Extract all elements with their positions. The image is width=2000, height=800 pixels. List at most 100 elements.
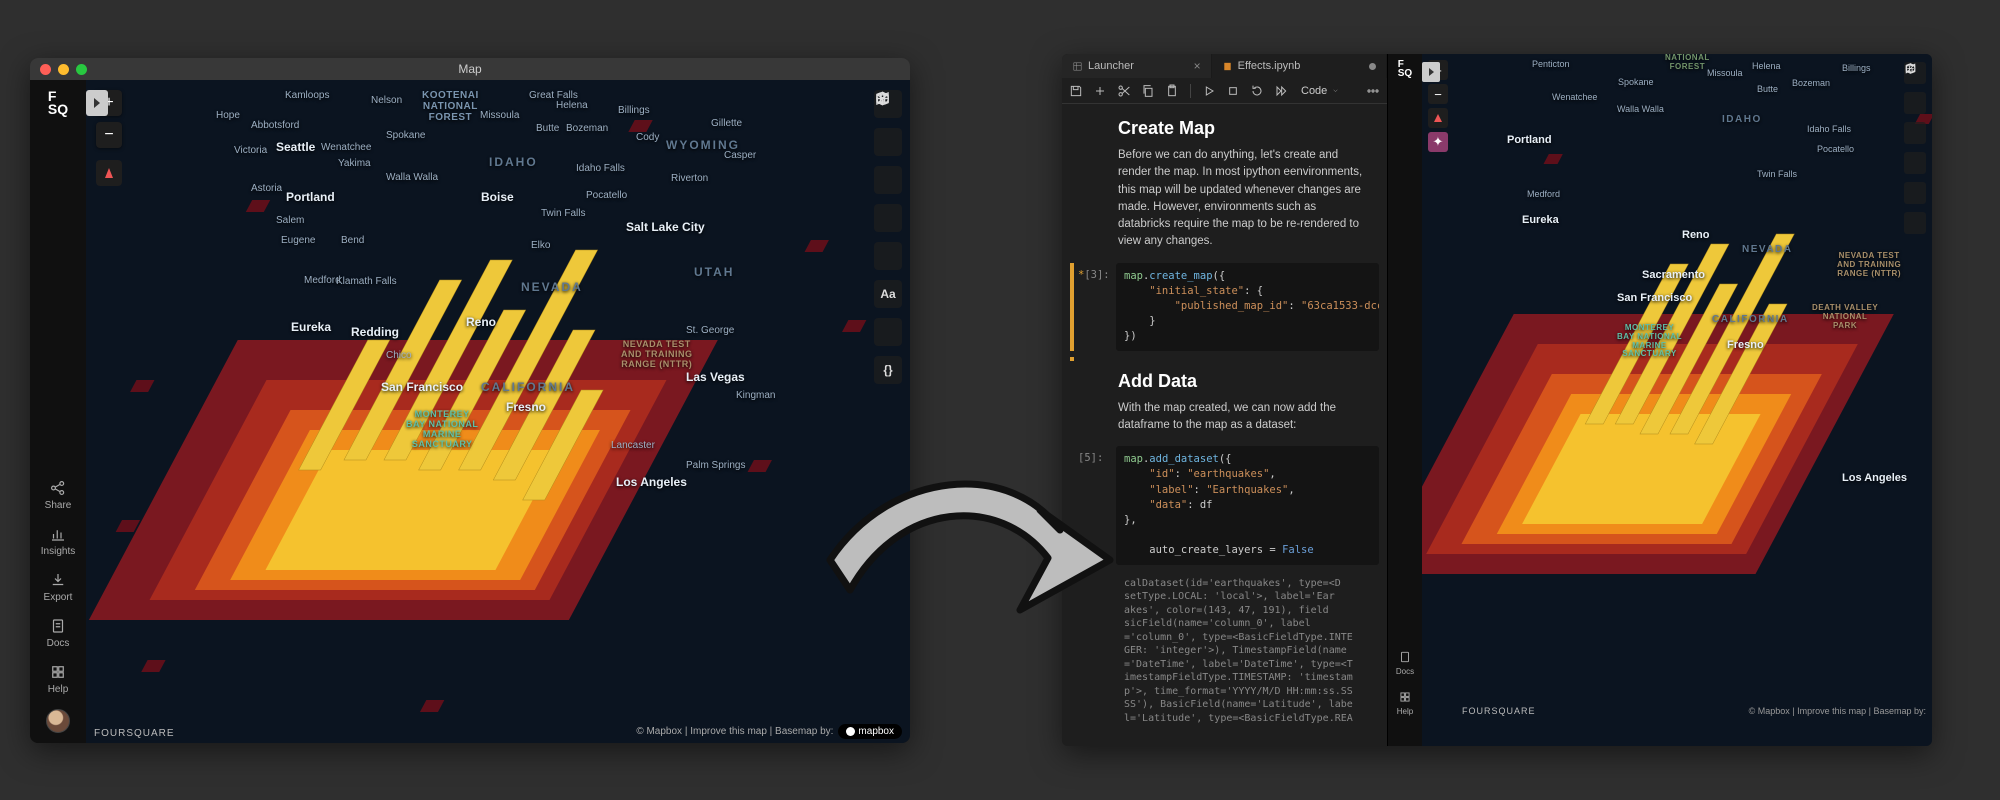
city-nelson: Nelson <box>371 95 402 106</box>
city-billings: Billings <box>618 105 650 116</box>
help-button[interactable]: Help <box>48 663 69 695</box>
city-boise: Boise <box>481 190 514 204</box>
city-bozeman: Bozeman <box>566 123 608 134</box>
m-california: CALIFORNIA <box>1712 314 1789 325</box>
mini-panel-toggle[interactable] <box>1422 62 1440 82</box>
text-button[interactable]: Aa <box>874 280 902 308</box>
mini-compass[interactable] <box>1428 108 1448 128</box>
mini-left-rail: FSQ Docs Help <box>1388 54 1422 746</box>
add-cell-button[interactable] <box>1092 83 1108 99</box>
help-icon <box>1398 690 1412 704</box>
embedded-map-pane: FSQ Docs Help <box>1388 54 1932 746</box>
city-bend: Bend <box>341 235 364 246</box>
m-fresno: Fresno <box>1727 339 1764 351</box>
copy-button[interactable] <box>1140 83 1156 99</box>
mini-3d[interactable] <box>1904 92 1926 114</box>
restart-button[interactable] <box>1249 83 1265 99</box>
docs-icon <box>1398 650 1412 664</box>
share-button[interactable]: Share <box>45 479 72 511</box>
city-kfalls: Klamath Falls <box>336 276 397 287</box>
m-nevada: NEVADA <box>1742 244 1792 255</box>
state-nevada: NEVADA <box>521 280 583 294</box>
save-button[interactable] <box>1068 83 1084 99</box>
insights-button[interactable]: Insights <box>41 525 75 557</box>
json-button[interactable]: {} <box>874 356 902 384</box>
cut-button[interactable] <box>1116 83 1132 99</box>
geocode-button[interactable] <box>874 166 902 194</box>
state-california: CALIFORNIA <box>481 380 575 394</box>
mini-map-tools <box>1904 62 1926 234</box>
more-button[interactable] <box>1365 83 1381 99</box>
m-billings: Billings <box>1842 63 1871 73</box>
m-natforest: NATIONAL FOREST <box>1665 54 1710 72</box>
chevron-down-icon <box>1331 86 1340 95</box>
compass-icon <box>105 168 113 178</box>
city-spokane: Spokane <box>386 130 425 141</box>
cell-type-select[interactable]: Code <box>1301 85 1340 97</box>
mini-attribution: © Mapbox | Improve this map | Basemap by… <box>1749 706 1926 716</box>
export-button[interactable]: Export <box>44 571 73 603</box>
notebook-file-icon <box>1222 61 1233 72</box>
docs-button[interactable]: Docs <box>47 617 70 649</box>
mini-measure[interactable] <box>1904 212 1926 234</box>
mini-list[interactable] <box>1904 152 1926 174</box>
state-wyoming: WYOMING <box>666 138 740 152</box>
region-kootenai: KOOTENAI NATIONAL FOREST <box>422 90 479 123</box>
map-canvas[interactable]: + − Aa {} Seattle Portland Boise Salt La… <box>86 80 910 743</box>
jupyter-window: Launcher × Effects.ipynb Code <box>1062 54 1932 746</box>
map-attribution: © Mapbox | Improve this map | Basemap by… <box>636 724 902 739</box>
markdown-add-data: Add Data With the map created, we can no… <box>1062 365 1387 441</box>
m-pocatello: Pocatello <box>1817 144 1854 154</box>
cell-selection-bar <box>1070 357 1074 361</box>
region-monterey: MONTEREY BAY NATIONAL MARINE SANCTUARY <box>406 410 478 450</box>
unsaved-dot-icon <box>1369 63 1376 70</box>
paste-button[interactable] <box>1164 83 1180 99</box>
paragraph-create-map: Before we can do anything, let's create … <box>1118 147 1363 251</box>
mini-zoom-out[interactable]: − <box>1428 84 1448 104</box>
city-missoula: Missoula <box>480 110 519 121</box>
notebook-toolbar: Code <box>1062 78 1387 104</box>
mapbox-logo[interactable]: mapbox <box>838 724 902 739</box>
share-icon <box>49 479 67 497</box>
city-stgeorge: St. George <box>686 325 734 336</box>
panel-toggle-button[interactable] <box>86 90 108 116</box>
tab-effects[interactable]: Effects.ipynb <box>1212 54 1387 78</box>
run-all-button[interactable] <box>1273 83 1289 99</box>
3d-button[interactable] <box>874 128 902 156</box>
m-la: Los Angeles <box>1842 472 1907 484</box>
map-window: Map F SQ Share Insights <box>30 58 910 743</box>
cell-modified-bar <box>1070 263 1074 351</box>
zoom-out-button[interactable]: − <box>96 122 122 148</box>
tab-launcher[interactable]: Launcher × <box>1062 54 1212 78</box>
mini-map-canvas[interactable]: + − ✦ Penticton Spokane Walla Walla Wena… <box>1422 54 1932 746</box>
user-avatar[interactable] <box>46 709 70 733</box>
city-chico: Chico <box>386 350 412 361</box>
close-tab-icon[interactable]: × <box>1194 59 1201 73</box>
code-3[interactable]: map.create_map({ "initial_state": { "pub… <box>1116 263 1379 351</box>
ruler-icon <box>874 90 891 107</box>
mini-geocode[interactable] <box>1904 122 1926 144</box>
m-deathvalley: DEATH VALLEY NATIONAL PARK <box>1812 304 1878 330</box>
city-fresno: Fresno <box>506 400 546 414</box>
code-5[interactable]: map.add_dataset({ "id": "earthquakes", "… <box>1116 446 1379 565</box>
list-button[interactable] <box>874 204 902 232</box>
city-salem: Salem <box>276 215 304 226</box>
docs-icon <box>49 617 67 635</box>
compass-button[interactable] <box>96 160 122 186</box>
measure-button[interactable] <box>874 318 902 346</box>
code-cell-3[interactable]: *[3]: map.create_map({ "initial_state": … <box>1070 263 1379 351</box>
window-title: Map <box>30 62 910 76</box>
mini-chart[interactable] <box>1904 182 1926 204</box>
city-gillette: Gillette <box>711 118 742 129</box>
city-greatfalls: Great Falls <box>529 90 578 101</box>
stop-button[interactable] <box>1225 83 1241 99</box>
chart-tool-button[interactable] <box>874 242 902 270</box>
city-pocatello: Pocatello <box>586 190 627 201</box>
m-helena: Helena <box>1752 61 1781 71</box>
mini-tool-button[interactable]: ✦ <box>1428 132 1448 152</box>
mini-help-button[interactable]: Help <box>1397 690 1413 716</box>
m-medford: Medford <box>1527 189 1560 199</box>
mini-docs-button[interactable]: Docs <box>1396 650 1414 676</box>
city-portland: Portland <box>286 190 335 204</box>
run-button[interactable] <box>1201 83 1217 99</box>
